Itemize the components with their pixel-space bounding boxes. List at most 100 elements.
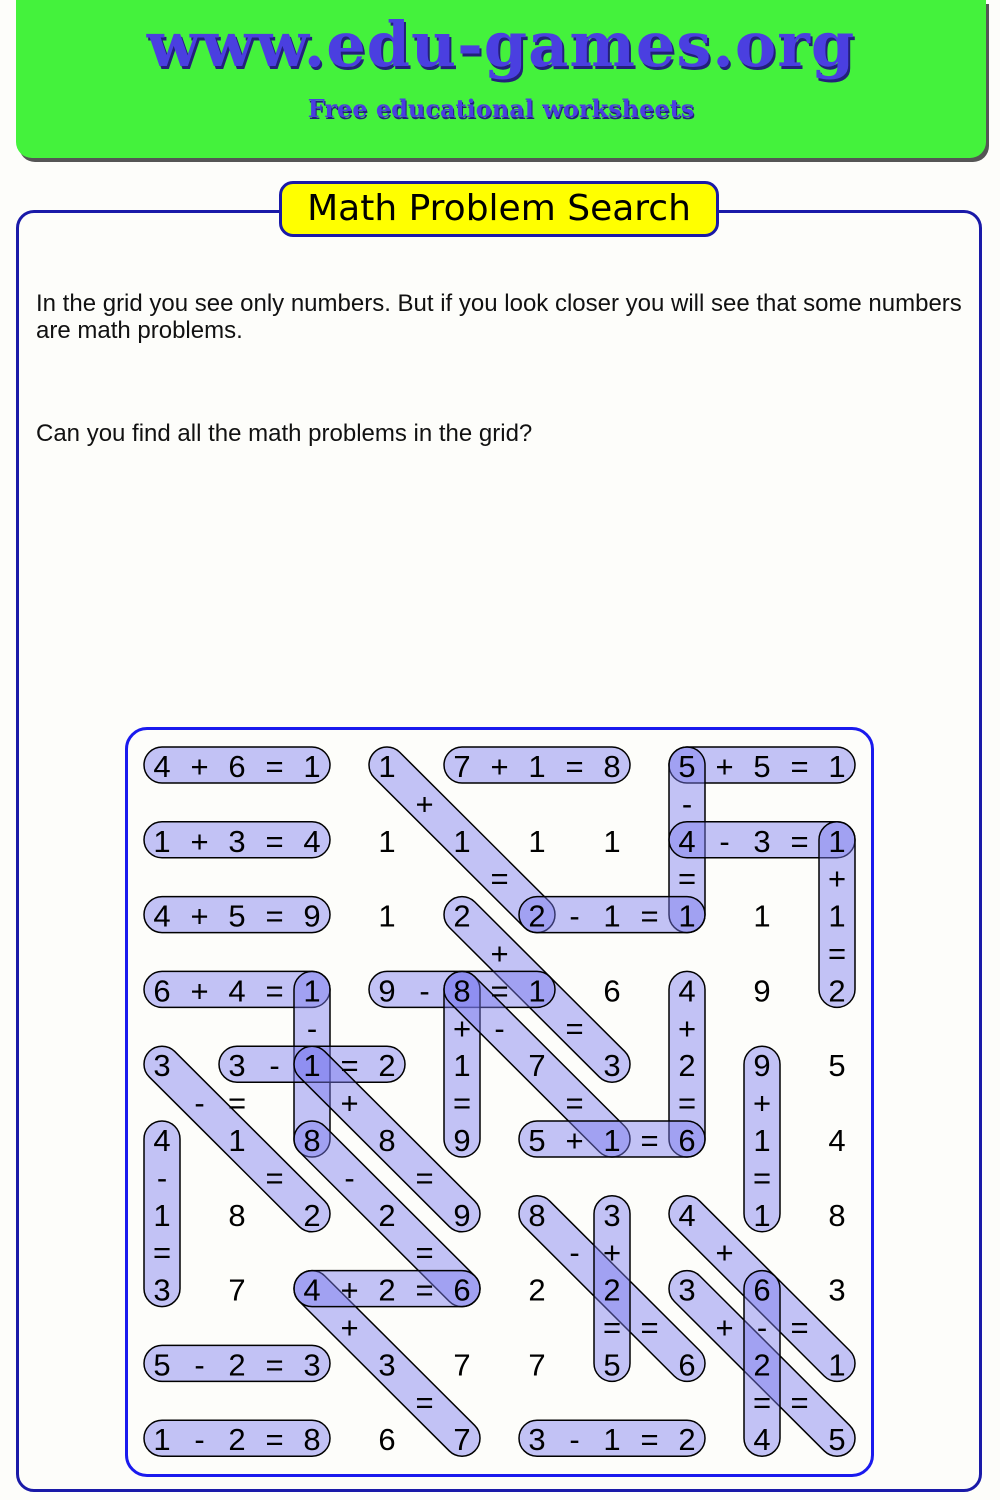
grid-operator[interactable]: = <box>640 1422 658 1457</box>
grid-number[interactable]: 9 <box>303 899 320 934</box>
grid-operator[interactable]: = <box>640 1123 658 1158</box>
grid-number[interactable]: 1 <box>528 973 545 1008</box>
grid-operator[interactable]: - <box>307 1011 317 1046</box>
grid-number[interactable]: 3 <box>153 1273 170 1308</box>
grid-number[interactable]: 2 <box>828 973 845 1008</box>
grid-number[interactable]: 3 <box>303 1347 320 1382</box>
grid-number[interactable]: 8 <box>303 1422 320 1457</box>
grid-number[interactable]: 8 <box>303 1123 320 1158</box>
grid-number[interactable]: 1 <box>453 1048 470 1083</box>
grid-operator[interactable]: = <box>453 1086 471 1121</box>
grid-number[interactable]: 4 <box>303 1273 320 1308</box>
grid-number[interactable]: 3 <box>228 824 245 859</box>
grid-operator[interactable]: + <box>490 936 508 971</box>
grid-operator[interactable]: + <box>678 1011 696 1046</box>
grid-number[interactable]: 1 <box>378 749 395 784</box>
grid-operator[interactable]: + <box>565 1123 583 1158</box>
grid-number[interactable]: 4 <box>228 973 245 1008</box>
grid-operator[interactable]: = <box>415 1385 433 1420</box>
grid-number[interactable]: 2 <box>453 899 470 934</box>
grid-number[interactable]: 1 <box>228 1123 245 1158</box>
grid-number[interactable]: 8 <box>228 1198 245 1233</box>
grid-number[interactable]: 2 <box>378 1273 395 1308</box>
grid-number[interactable]: 1 <box>303 973 320 1008</box>
grid-number[interactable]: 1 <box>603 1422 620 1457</box>
grid-operator[interactable]: + <box>603 1235 621 1270</box>
grid-number[interactable]: 9 <box>378 973 395 1008</box>
grid-operator[interactable]: - <box>194 1086 204 1121</box>
grid-number[interactable]: 6 <box>678 1123 695 1158</box>
grid-operator[interactable]: = <box>790 824 808 859</box>
grid-number[interactable]: 5 <box>678 749 695 784</box>
grid-number[interactable]: 3 <box>528 1422 545 1457</box>
grid-number[interactable]: 7 <box>453 1422 470 1457</box>
grid-operator[interactable]: - <box>682 786 692 821</box>
grid-operator[interactable]: = <box>265 973 283 1008</box>
grid-operator[interactable]: + <box>828 861 846 896</box>
grid-operator[interactable]: = <box>790 749 808 784</box>
grid-number[interactable]: 1 <box>678 899 695 934</box>
grid-number[interactable]: 2 <box>528 899 545 934</box>
grid-number[interactable]: 8 <box>603 749 620 784</box>
grid-operator[interactable]: + <box>753 1086 771 1121</box>
grid-number[interactable]: 3 <box>603 1048 620 1083</box>
grid-operator[interactable]: - <box>194 1347 204 1382</box>
grid-operator[interactable]: = <box>415 1273 433 1308</box>
grid-number[interactable]: 8 <box>828 1198 845 1233</box>
grid-number[interactable]: 2 <box>678 1422 695 1457</box>
grid-operator[interactable]: = <box>265 824 283 859</box>
grid-number[interactable]: 1 <box>528 749 545 784</box>
grid-operator[interactable]: = <box>565 1011 583 1046</box>
grid-operator[interactable]: - <box>157 1160 167 1195</box>
grid-number[interactable]: 5 <box>753 749 770 784</box>
grid-operator[interactable]: = <box>565 1086 583 1121</box>
grid-number[interactable]: 8 <box>528 1198 545 1233</box>
grid-number[interactable]: 4 <box>153 1123 170 1158</box>
grid-number[interactable]: 1 <box>828 899 845 934</box>
grid-number[interactable]: 3 <box>228 1048 245 1083</box>
grid-operator[interactable]: = <box>678 861 696 896</box>
grid-number[interactable]: 6 <box>603 973 620 1008</box>
grid-number[interactable]: 1 <box>828 824 845 859</box>
grid-number[interactable]: 6 <box>453 1273 470 1308</box>
grid-operator[interactable]: + <box>715 1310 733 1345</box>
grid-number[interactable]: 2 <box>228 1347 245 1382</box>
grid-number[interactable]: 1 <box>303 1048 320 1083</box>
grid-number[interactable]: 2 <box>303 1198 320 1233</box>
grid-number[interactable]: 1 <box>828 1347 845 1382</box>
grid-operator[interactable]: + <box>190 899 208 934</box>
grid-number[interactable]: 6 <box>753 1273 770 1308</box>
grid-number[interactable]: 9 <box>753 973 770 1008</box>
grid-operator[interactable]: + <box>190 824 208 859</box>
grid-number[interactable]: 1 <box>603 1123 620 1158</box>
grid-operator[interactable]: = <box>790 1385 808 1420</box>
grid-number[interactable]: 2 <box>753 1347 770 1382</box>
grid-number[interactable]: 9 <box>453 1123 470 1158</box>
grid-number[interactable]: 2 <box>678 1048 695 1083</box>
grid-number[interactable]: 7 <box>228 1273 245 1308</box>
grid-number[interactable]: 4 <box>678 824 695 859</box>
grid-number[interactable]: 1 <box>603 899 620 934</box>
grid-number[interactable]: 3 <box>753 824 770 859</box>
grid-operator[interactable]: = <box>753 1160 771 1195</box>
grid-operator[interactable]: + <box>715 749 733 784</box>
grid-number[interactable]: 1 <box>378 899 395 934</box>
grid-operator[interactable]: = <box>790 1310 808 1345</box>
grid-operator[interactable]: - <box>569 1422 579 1457</box>
grid-number[interactable]: 1 <box>303 749 320 784</box>
grid-number[interactable]: 7 <box>528 1347 545 1382</box>
grid-number[interactable]: 4 <box>753 1422 770 1457</box>
grid-number[interactable]: 2 <box>378 1048 395 1083</box>
grid-operator[interactable]: = <box>265 1160 283 1195</box>
grid-number[interactable]: 1 <box>753 1123 770 1158</box>
grid-operator[interactable]: + <box>340 1310 358 1345</box>
grid-number[interactable]: 1 <box>828 749 845 784</box>
grid-operator[interactable]: = <box>265 749 283 784</box>
grid-number[interactable]: 1 <box>378 824 395 859</box>
grid-operator[interactable]: = <box>340 1048 358 1083</box>
grid-operator[interactable]: + <box>340 1086 358 1121</box>
grid-operator[interactable]: = <box>753 1385 771 1420</box>
grid-operator[interactable]: = <box>153 1235 171 1270</box>
grid-number[interactable]: 8 <box>378 1123 395 1158</box>
grid-operator[interactable]: + <box>715 1235 733 1270</box>
